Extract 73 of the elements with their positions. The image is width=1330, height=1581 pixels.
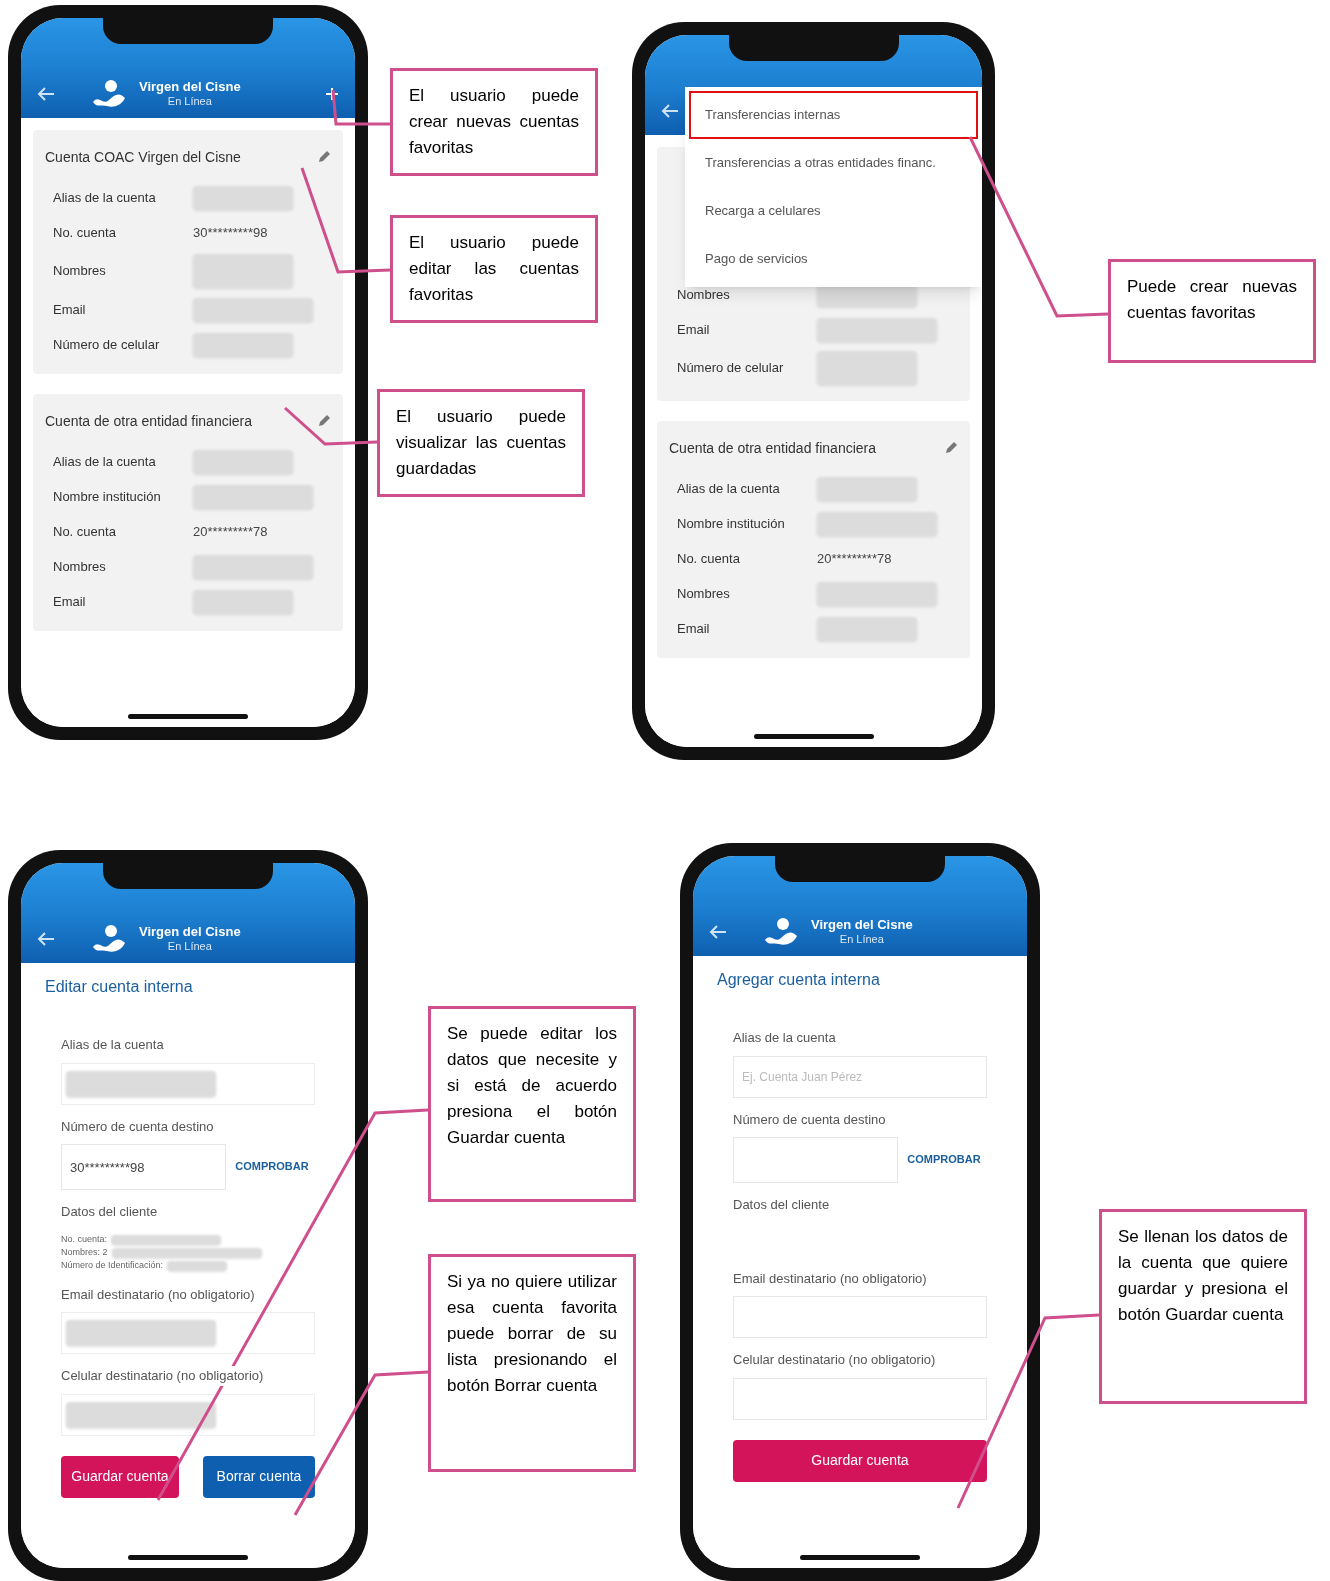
back-arrow-icon[interactable] bbox=[661, 104, 679, 118]
callout-note: Se puede editar los datos que necesite y si está de acuerdo presiona el botón Guardar cuenta bbox=[428, 1006, 636, 1202]
screen-title: Agregar cuenta interna bbox=[716, 970, 881, 990]
field-value: 30*********98 bbox=[193, 223, 269, 242]
field-label: Alias de la cuenta bbox=[53, 188, 157, 207]
brand-name: Virgen del Cisne bbox=[139, 79, 241, 96]
field-label: Nombres bbox=[677, 285, 731, 304]
back-arrow-icon[interactable] bbox=[709, 925, 727, 939]
input-field[interactable]: Ej. Cuenta Juan Pérez bbox=[733, 1055, 987, 1098]
brand-tagline: En Línea bbox=[166, 940, 213, 954]
field-value: 20*********78 bbox=[817, 549, 893, 568]
input-field[interactable] bbox=[733, 1377, 987, 1420]
field-label: Número de celular bbox=[677, 359, 785, 378]
input-field[interactable] bbox=[61, 1062, 315, 1105]
verify-link[interactable]: COMPROBAR bbox=[906, 1153, 982, 1167]
brand-name: Virgen del Cisne bbox=[139, 924, 241, 941]
field-label: No. cuenta bbox=[53, 223, 117, 242]
logo-icon bbox=[91, 923, 127, 955]
card-title: Cuenta de otra entidad financiera bbox=[45, 411, 253, 431]
input-field[interactable] bbox=[61, 1393, 315, 1436]
field-label: Nombre institución bbox=[677, 514, 786, 533]
pencil-icon[interactable] bbox=[317, 150, 331, 164]
plus-icon[interactable] bbox=[325, 87, 339, 101]
brand-tagline: En Línea bbox=[838, 933, 885, 947]
field-label: Número de celular bbox=[53, 335, 161, 354]
back-arrow-icon[interactable] bbox=[37, 932, 55, 946]
field-label: Alias de la cuenta bbox=[53, 452, 157, 471]
field-value: 20*********78 bbox=[193, 522, 269, 541]
input-field[interactable] bbox=[733, 1137, 898, 1183]
field-label: Celular destinatario (no obligatorio) bbox=[61, 1366, 264, 1386]
brand-name: Virgen del Cisne bbox=[811, 917, 913, 934]
delete-button[interactable]: Borrar cuenta bbox=[203, 1455, 315, 1498]
leader-line bbox=[331, 89, 390, 126]
callout-note: El usuario puede editar las cuentas favoritas bbox=[390, 215, 598, 323]
field-label: Nombres bbox=[677, 584, 731, 603]
client-detail: No. cuenta: bbox=[61, 1233, 108, 1247]
field-label: Nombre institución bbox=[53, 487, 162, 506]
back-arrow-icon[interactable] bbox=[37, 87, 55, 101]
input-field[interactable]: 30*********98 bbox=[61, 1144, 226, 1190]
field-label: Email bbox=[53, 300, 87, 319]
brand-tagline: En Línea bbox=[166, 95, 213, 109]
card-title: Cuenta COAC Virgen del Cisne bbox=[45, 147, 241, 167]
input-field[interactable] bbox=[733, 1296, 987, 1338]
menu-item[interactable]: Recarga a celulares bbox=[689, 187, 978, 235]
callout-note: El usuario puede crear nuevas cuentas favoritas bbox=[390, 68, 598, 176]
pencil-icon[interactable] bbox=[317, 414, 331, 428]
save-button[interactable]: Guardar cuenta bbox=[733, 1439, 987, 1482]
field-label: No. cuenta bbox=[677, 549, 741, 568]
client-detail: Número de Identificación: bbox=[61, 1259, 164, 1273]
field-label: Email bbox=[53, 592, 87, 611]
callout-note: Se llenan los datos de la cuenta que quiere guardar y presiona el botón Guardar cuenta bbox=[1099, 1209, 1307, 1404]
menu-item[interactable]: Transferencias internas bbox=[689, 91, 978, 139]
menu-item[interactable]: Transferencias a otras entidades financ. bbox=[689, 139, 978, 187]
field-label: Alias de la cuenta bbox=[677, 479, 781, 498]
callout-note: Puede crear nuevas cuentas favoritas bbox=[1108, 259, 1316, 363]
verify-link[interactable]: COMPROBAR bbox=[234, 1160, 310, 1174]
card-title: Cuenta de otra entidad financiera bbox=[669, 438, 877, 458]
redacted-value bbox=[167, 1261, 228, 1271]
logo-icon bbox=[91, 78, 127, 110]
pencil-icon[interactable] bbox=[944, 441, 958, 455]
field-label: Email bbox=[677, 619, 711, 638]
field-label: Email bbox=[677, 320, 711, 339]
logo-icon bbox=[763, 916, 799, 948]
input-field[interactable] bbox=[61, 1312, 315, 1354]
field-label: Nombres bbox=[53, 262, 107, 281]
field-label: No. cuenta bbox=[53, 522, 117, 541]
field-label: Nombres bbox=[53, 557, 107, 576]
callout-note: El usuario puede visualizar las cuentas guardadas bbox=[377, 389, 585, 497]
callout-note: Si ya no quiere utilizar esa cuenta favorita puede borrar de su lista presionando el botón Borrar cuenta bbox=[428, 1254, 636, 1472]
client-detail: Nombres: 2 bbox=[61, 1246, 108, 1260]
menu-item[interactable]: Pago de servicios bbox=[689, 235, 978, 283]
screen-title: Editar cuenta interna bbox=[44, 977, 194, 997]
save-button[interactable]: Guardar cuenta bbox=[61, 1455, 179, 1498]
